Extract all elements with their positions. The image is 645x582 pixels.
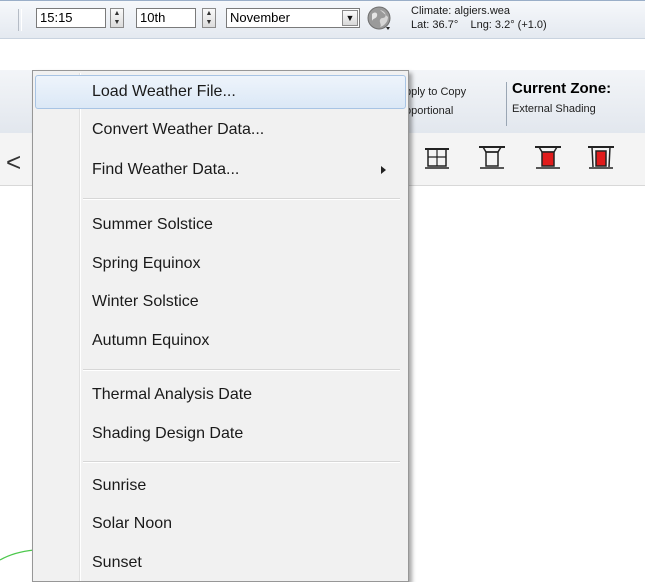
- menu-item-label: Find Weather Data...: [92, 161, 240, 178]
- menu-item-convert-weather-data[interactable]: Convert Weather Data...: [35, 113, 406, 147]
- menu-separator: [83, 369, 400, 371]
- menu-item-label: Sunrise: [92, 477, 147, 494]
- menu-item-label: Thermal Analysis Date: [92, 386, 253, 403]
- time-spinner[interactable]: ▲ ▼: [110, 8, 124, 28]
- shading-frame-icon[interactable]: [422, 142, 452, 172]
- spin-down-icon[interactable]: ▼: [203, 18, 215, 27]
- shading-overhang-icon[interactable]: [477, 142, 507, 172]
- day-spinner[interactable]: ▲ ▼: [202, 8, 216, 28]
- apply-to-copy-label[interactable]: pply to Copy: [405, 83, 466, 102]
- day-input[interactable]: 10th: [136, 8, 196, 28]
- menu-item-label: Convert Weather Data...: [92, 121, 265, 138]
- climate-file-label: Climate: algiers.wea: [411, 5, 511, 17]
- shading-red-fin-icon[interactable]: [586, 142, 616, 172]
- menu-item-winter-solstice[interactable]: Winter Solstice: [35, 285, 406, 319]
- menu-item-load-weather-file[interactable]: Load Weather File...: [35, 75, 406, 109]
- menu-item-summer-solstice[interactable]: Summer Solstice: [35, 208, 406, 242]
- menu-item-find-weather-data[interactable]: Find Weather Data...: [35, 153, 406, 187]
- proportional-label[interactable]: oportional: [405, 102, 466, 121]
- menu-separator: [83, 461, 400, 463]
- menu-item-label: Shading Design Date: [92, 425, 244, 442]
- month-select[interactable]: November ▼: [226, 8, 360, 28]
- spin-up-icon[interactable]: ▲: [111, 9, 123, 18]
- shading-red-overhang-icon[interactable]: [533, 142, 563, 172]
- menu-item-label: Autumn Equinox: [92, 332, 210, 349]
- menu-item-autumn-equinox[interactable]: Autumn Equinox: [35, 324, 406, 358]
- menu-item-label: Winter Solstice: [92, 293, 199, 310]
- chevron-down-icon[interactable]: ▼: [342, 10, 358, 26]
- time-input[interactable]: 15:15: [36, 8, 106, 28]
- month-select-value: November: [230, 10, 290, 25]
- menu-item-spring-equinox[interactable]: Spring Equinox: [35, 247, 406, 281]
- longitude-label: Lng: 3.2° (+1.0): [470, 19, 547, 31]
- weather-dropdown-menu: Load Weather File... Convert Weather Dat…: [32, 70, 409, 582]
- menu-item-label: Load Weather File...: [92, 83, 236, 100]
- menu-item-shading-design-date[interactable]: Shading Design Date: [35, 417, 406, 451]
- globe-icon[interactable]: [366, 5, 392, 31]
- chevron-left-icon[interactable]: <: [6, 147, 21, 177]
- menu-item-label: Sunset: [92, 554, 142, 571]
- spin-down-icon[interactable]: ▼: [111, 18, 123, 27]
- climate-info: Climate: algiers.wea Lat: 36.7° Lng: 3.2…: [411, 4, 547, 32]
- plot-line: [0, 549, 34, 561]
- current-zone-label: Current Zone:: [512, 80, 612, 97]
- toolbar-grip[interactable]: [18, 9, 22, 31]
- external-shading-label: External Shading: [512, 103, 596, 115]
- menu-item-label: Spring Equinox: [92, 255, 201, 272]
- apply-options[interactable]: pply to Copy oportional: [405, 83, 466, 121]
- latitude-label: Lat: 36.7°: [411, 19, 459, 31]
- menu-item-label: Summer Solstice: [92, 216, 213, 233]
- menu-item-label: Solar Noon: [92, 515, 173, 532]
- toolbar-divider: [506, 82, 507, 126]
- menu-item-thermal-analysis-date[interactable]: Thermal Analysis Date: [35, 378, 406, 412]
- spin-up-icon[interactable]: ▲: [203, 9, 215, 18]
- menu-item-sunrise[interactable]: Sunrise: [35, 469, 406, 503]
- menu-item-solar-noon[interactable]: Solar Noon: [35, 507, 406, 541]
- submenu-arrow-icon: [381, 166, 386, 174]
- menu-separator: [83, 198, 400, 200]
- menu-item-sunset[interactable]: Sunset: [35, 546, 406, 580]
